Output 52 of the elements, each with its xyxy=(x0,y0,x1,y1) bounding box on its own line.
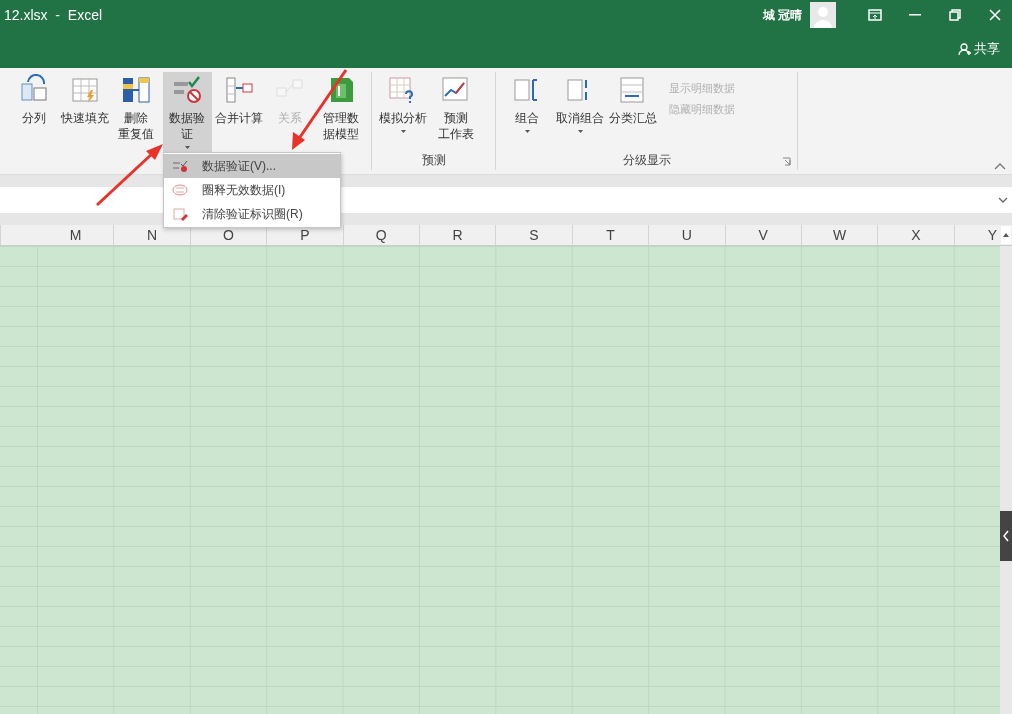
circle-icon xyxy=(172,183,188,197)
ribbon-button[interactable]: 合并计算 xyxy=(214,72,263,152)
validation-icon xyxy=(172,159,188,173)
side-panel-handle[interactable] xyxy=(1000,511,1012,561)
column-header[interactable]: X xyxy=(878,225,955,245)
scroll-up-button[interactable] xyxy=(1001,226,1011,244)
annotation-arrow xyxy=(95,144,163,207)
restore-icon xyxy=(949,9,961,21)
column-header[interactable]: R xyxy=(419,225,497,245)
validation-icon xyxy=(171,74,204,106)
column-header[interactable]: M xyxy=(38,225,115,245)
menu-item[interactable]: 清除验证标识圈(R) xyxy=(164,202,340,226)
menu-item[interactable]: 圈释无效数据(I) xyxy=(164,178,340,202)
user-name: 城 冠晴 xyxy=(762,6,802,24)
column-header[interactable]: Q xyxy=(343,225,420,245)
cell-grid[interactable] xyxy=(0,246,1000,714)
caret-icon xyxy=(185,146,190,149)
person-add-icon xyxy=(958,42,971,56)
menu-item[interactable]: 数据验证(V)... xyxy=(164,154,340,178)
column-header[interactable]: W xyxy=(801,225,879,245)
ribbon-button[interactable]: 数据验 证 xyxy=(163,72,212,152)
ribbon-button[interactable]: 快速填充 xyxy=(61,72,110,152)
minimize-icon xyxy=(909,14,921,16)
dialog-launcher-icon[interactable] xyxy=(782,157,791,166)
caret-icon xyxy=(577,130,583,133)
close-icon xyxy=(989,9,1001,21)
share-button[interactable]: 共享 xyxy=(954,38,1004,60)
ribbon-button[interactable]: 模拟分析 xyxy=(378,72,428,152)
group-label: 分级显示 xyxy=(622,152,671,169)
caret-icon xyxy=(524,130,530,133)
up-arrow-icon xyxy=(1003,233,1009,237)
collapse-ribbon-icon[interactable] xyxy=(994,162,1006,170)
window-title: 12.xlsx - Excel xyxy=(3,7,104,23)
ribbon-button[interactable]: 取消组合 xyxy=(555,72,605,152)
column-header[interactable]: U xyxy=(649,225,726,245)
ribbon-button[interactable]: 分列 xyxy=(10,72,59,152)
caret-icon xyxy=(400,130,406,133)
group-label: 预测 xyxy=(421,152,446,169)
ribbon-button[interactable]: 删除 重复值 xyxy=(112,72,161,152)
column-header[interactable]: T xyxy=(572,225,650,245)
eraser-icon xyxy=(172,207,188,221)
ribbon-button[interactable]: 预测 工作表 xyxy=(431,72,481,152)
ribbon-button[interactable]: 组合 xyxy=(502,72,552,152)
expand-chevron-icon[interactable] xyxy=(998,197,1008,203)
column-header[interactable]: V xyxy=(725,225,802,245)
chevron-left-icon xyxy=(1002,530,1010,542)
column-blocks-icon xyxy=(120,74,153,106)
ribbon-display-icon xyxy=(868,9,882,21)
ribbon-button[interactable]: 分类汇总 xyxy=(608,72,658,152)
ribbon-button[interactable]: 管理数 据模型 xyxy=(316,72,365,152)
scrollbar[interactable] xyxy=(1000,246,1012,714)
column-header[interactable]: S xyxy=(496,225,573,245)
